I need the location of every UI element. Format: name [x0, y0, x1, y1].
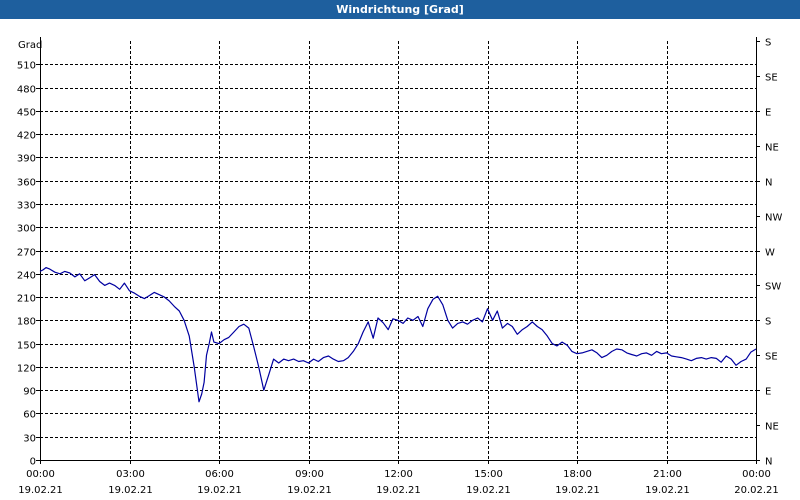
x-tick-label-time: 06:00 — [205, 469, 234, 480]
y-tick-label: 480 — [17, 85, 36, 96]
y-tick-label: 240 — [17, 271, 36, 282]
right-tick-label: NE — [765, 143, 779, 154]
x-tick-label-time: 00:00 — [742, 469, 771, 480]
y-tick-label: 420 — [17, 131, 36, 142]
x-tick-label-date: 19.02.21 — [466, 485, 511, 496]
y-tick-label: 210 — [17, 294, 36, 305]
x-tick-label-date: 19.02.21 — [197, 485, 242, 496]
x-tick-label-date: 19.02.21 — [18, 485, 63, 496]
x-tick-label-time: 18:00 — [563, 469, 592, 480]
y-tick-label: 120 — [17, 364, 36, 375]
x-tick-label-time: 15:00 — [474, 469, 503, 480]
right-tick-label: S — [765, 317, 771, 328]
right-tick-label: NW — [765, 213, 782, 224]
y-axis-left: 0 30 60 90 120 150 180 210 240 270 300 330 360 390 420… — [17, 61, 40, 468]
y-tick-label: 30 — [23, 434, 36, 445]
right-tick-label: SW — [765, 282, 781, 293]
right-tick-label: E — [765, 387, 771, 398]
x-tick-label-date: 20.02.21 — [734, 485, 779, 496]
x-tick-label-date: 19.02.21 — [287, 485, 332, 496]
y-tick-label: 360 — [17, 178, 36, 189]
right-tick-label: N — [765, 457, 772, 468]
y-tick-label: 270 — [17, 248, 36, 259]
x-axis: 00:00 19.02.21 03:00 19.02.21 06:00 19.02.21 0… — [18, 460, 779, 496]
x-tick-label-time: 00:00 — [26, 469, 55, 480]
y-tick-label: 150 — [17, 341, 36, 352]
y-tick-label: 90 — [23, 387, 36, 398]
right-tick-label: SE — [765, 73, 778, 84]
right-tick-label: W — [765, 248, 775, 259]
y-tick-label: 60 — [23, 410, 36, 421]
right-tick-label: S — [765, 38, 771, 49]
y-tick-label: 450 — [17, 108, 36, 119]
x-tick-label-time: 21:00 — [653, 469, 682, 480]
right-tick-label: NE — [765, 422, 779, 433]
x-tick-label-time: 12:00 — [384, 469, 413, 480]
x-tick-label-date: 19.02.21 — [555, 485, 600, 496]
x-tick-label-date: 19.02.21 — [108, 485, 153, 496]
chart-title: Windrichtung [Grad] — [0, 0, 800, 19]
y-tick-label: 300 — [17, 224, 36, 235]
x-tick-label-time: 03:00 — [116, 469, 145, 480]
line-chart: 0 30 60 90 120 150 180 210 240 270 300 330 360 390 420… — [17, 37, 782, 496]
y-tick-label: 0 — [30, 457, 36, 468]
y-tick-label: 510 — [17, 61, 36, 72]
x-tick-label-date: 19.02.21 — [645, 485, 690, 496]
y-axis-label: Grad — [18, 40, 42, 51]
y-axis-right: N NE E SE S SW W NW N NE E SE S — [756, 38, 782, 468]
x-tick-label-time: 09:00 — [295, 469, 324, 480]
right-tick-label: E — [765, 108, 771, 119]
right-tick-label: N — [765, 178, 772, 189]
x-tick-label-date: 19.02.21 — [376, 485, 421, 496]
y-tick-label: 180 — [17, 317, 36, 328]
y-tick-label: 330 — [17, 201, 36, 212]
y-tick-label: 390 — [17, 154, 36, 165]
right-tick-label: SE — [765, 352, 778, 363]
